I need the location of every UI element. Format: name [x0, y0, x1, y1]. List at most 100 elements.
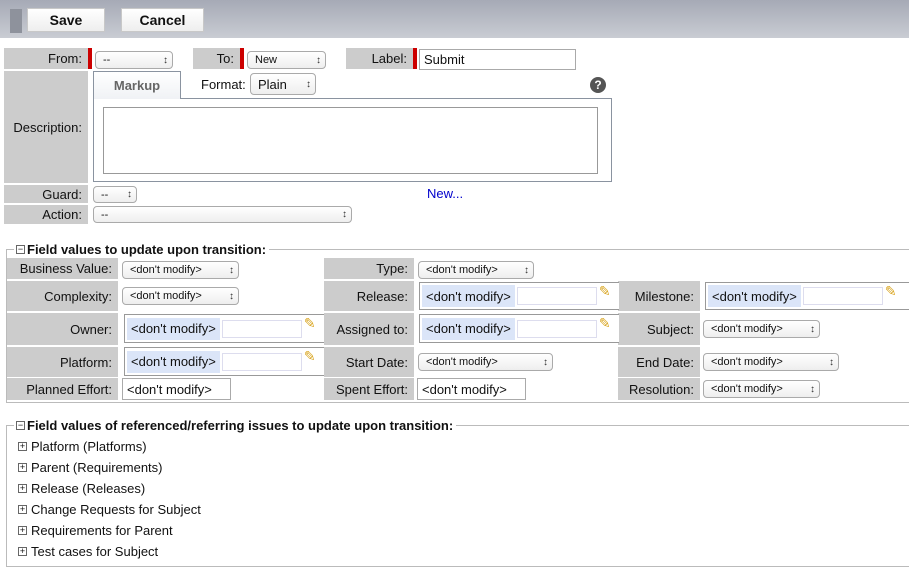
pencil-icon[interactable]: ✎: [885, 283, 897, 300]
complexity-select-value: <don't modify>: [130, 290, 202, 302]
milestone-chip: <don't modify>: [708, 285, 801, 307]
tree-item[interactable]: + Test cases for Subject: [18, 544, 158, 559]
select-arrows-icon: ↕: [229, 264, 234, 276]
action-select[interactable]: -- ↕: [93, 206, 352, 223]
expand-icon[interactable]: +: [18, 547, 27, 556]
tree-item-label: Requirements for Parent: [31, 523, 173, 538]
legend-text: Field values of referenced/referring iss…: [27, 417, 454, 433]
release-picker[interactable]: <don't modify> ✎: [419, 282, 619, 310]
collapse-icon[interactable]: −: [16, 420, 25, 430]
start-date-label: Start Date:: [324, 347, 414, 377]
planned-effort-input[interactable]: <don't modify>: [122, 378, 231, 400]
referenced-legend[interactable]: − Field values of referenced/referring is…: [14, 417, 457, 433]
assigned-to-chip: <don't modify>: [422, 317, 515, 340]
to-select[interactable]: New ↕: [247, 51, 326, 69]
guard-label: Guard:: [4, 185, 88, 203]
resolution-select-value: <don't modify>: [711, 383, 783, 395]
tree-item-label: Platform (Platforms): [31, 439, 147, 454]
from-select[interactable]: -- ↕: [95, 51, 173, 69]
new-guard-link[interactable]: New...: [427, 186, 463, 201]
pencil-icon[interactable]: ✎: [599, 315, 611, 332]
complexity-label: Complexity:: [7, 281, 118, 311]
tab-markup[interactable]: Markup: [93, 71, 181, 99]
tree-item[interactable]: + Parent (Requirements): [18, 460, 163, 475]
from-select-value: --: [103, 54, 111, 66]
spent-effort-input[interactable]: <don't modify>: [417, 378, 526, 400]
pencil-icon[interactable]: ✎: [304, 315, 316, 332]
type-select[interactable]: <don't modify> ↕: [418, 261, 534, 279]
select-arrows-icon: ↕: [163, 54, 168, 66]
format-select[interactable]: Plain ↕: [250, 73, 316, 95]
from-label: From:: [4, 48, 88, 69]
toolbar-grip: [10, 9, 22, 33]
guard-select[interactable]: -- ↕: [93, 186, 137, 203]
owner-picker[interactable]: <don't modify> ✎: [124, 314, 324, 343]
select-arrows-icon: ↕: [524, 264, 529, 276]
type-select-value: <don't modify>: [426, 264, 498, 276]
business-value-select[interactable]: <don't modify> ↕: [122, 261, 239, 279]
label-input[interactable]: Submit: [419, 49, 576, 70]
owner-search[interactable]: [221, 319, 302, 338]
label-label: Label:: [346, 48, 413, 69]
guard-select-value: --: [101, 188, 109, 201]
business-value-select-value: <don't modify>: [130, 264, 202, 276]
milestone-search[interactable]: [802, 287, 883, 305]
platform-label: Platform:: [7, 347, 118, 377]
description-textarea[interactable]: [103, 107, 598, 174]
pencil-icon[interactable]: ✎: [599, 283, 611, 300]
expand-icon[interactable]: +: [18, 526, 27, 535]
business-value-label: Business Value:: [7, 258, 118, 279]
select-arrows-icon: ↕: [543, 356, 548, 368]
tree-item[interactable]: + Change Requests for Subject: [18, 502, 201, 517]
subject-select-value: <don't modify>: [711, 323, 783, 335]
release-search[interactable]: [516, 287, 597, 305]
end-date-select-value: <don't modify>: [711, 356, 783, 368]
assigned-to-label: Assigned to:: [324, 313, 414, 345]
subject-label: Subject:: [618, 313, 700, 345]
tree-item-label: Release (Releases): [31, 481, 146, 496]
format-label: Format:: [201, 77, 246, 92]
release-chip: <don't modify>: [422, 285, 515, 307]
pencil-icon[interactable]: ✎: [304, 348, 316, 365]
platform-search[interactable]: [221, 352, 302, 371]
type-label: Type:: [324, 258, 414, 279]
legend-text: Field values to update upon transition:: [27, 241, 267, 257]
help-icon[interactable]: ?: [590, 77, 606, 93]
start-date-select[interactable]: <don't modify> ↕: [418, 353, 553, 371]
tree-item-label: Change Requests for Subject: [31, 502, 201, 517]
select-arrows-icon: ↕: [229, 290, 234, 302]
expand-icon[interactable]: +: [18, 463, 27, 472]
action-select-value: --: [101, 208, 109, 221]
start-date-select-value: <don't modify>: [426, 356, 498, 368]
to-select-value: New: [255, 54, 278, 66]
subject-select[interactable]: <don't modify> ↕: [703, 320, 820, 338]
end-date-select[interactable]: <don't modify> ↕: [703, 353, 839, 371]
tree-item[interactable]: + Release (Releases): [18, 481, 145, 496]
select-arrows-icon: ↕: [127, 189, 132, 200]
tree-item-label: Parent (Requirements): [31, 460, 163, 475]
expand-icon[interactable]: +: [18, 505, 27, 514]
required-marker: [88, 48, 92, 69]
assigned-to-search[interactable]: [516, 319, 597, 338]
expand-icon[interactable]: +: [18, 442, 27, 451]
tree-item[interactable]: + Requirements for Parent: [18, 523, 173, 538]
tree-item-label: Test cases for Subject: [31, 544, 159, 559]
milestone-picker[interactable]: <don't modify> ✎: [705, 282, 909, 310]
owner-label: Owner:: [7, 313, 118, 345]
select-arrows-icon: ↕: [829, 356, 834, 368]
expand-icon[interactable]: +: [18, 484, 27, 493]
platform-picker[interactable]: <don't modify> ✎: [124, 347, 324, 376]
resolution-select[interactable]: <don't modify> ↕: [703, 380, 820, 398]
collapse-icon[interactable]: −: [16, 244, 25, 254]
required-marker: [240, 48, 244, 69]
field-values-legend[interactable]: − Field values to update upon transition:: [14, 241, 270, 257]
tree-item[interactable]: + Platform (Platforms): [18, 439, 147, 454]
complexity-select[interactable]: <don't modify> ↕: [122, 287, 239, 305]
assigned-to-picker[interactable]: <don't modify> ✎: [419, 314, 619, 343]
select-arrows-icon: ↕: [810, 383, 815, 395]
description-label: Description:: [4, 71, 88, 183]
save-button[interactable]: Save: [27, 8, 105, 32]
select-arrows-icon: ↕: [342, 209, 347, 220]
owner-chip: <don't modify>: [127, 317, 220, 340]
cancel-button[interactable]: Cancel: [121, 8, 204, 32]
